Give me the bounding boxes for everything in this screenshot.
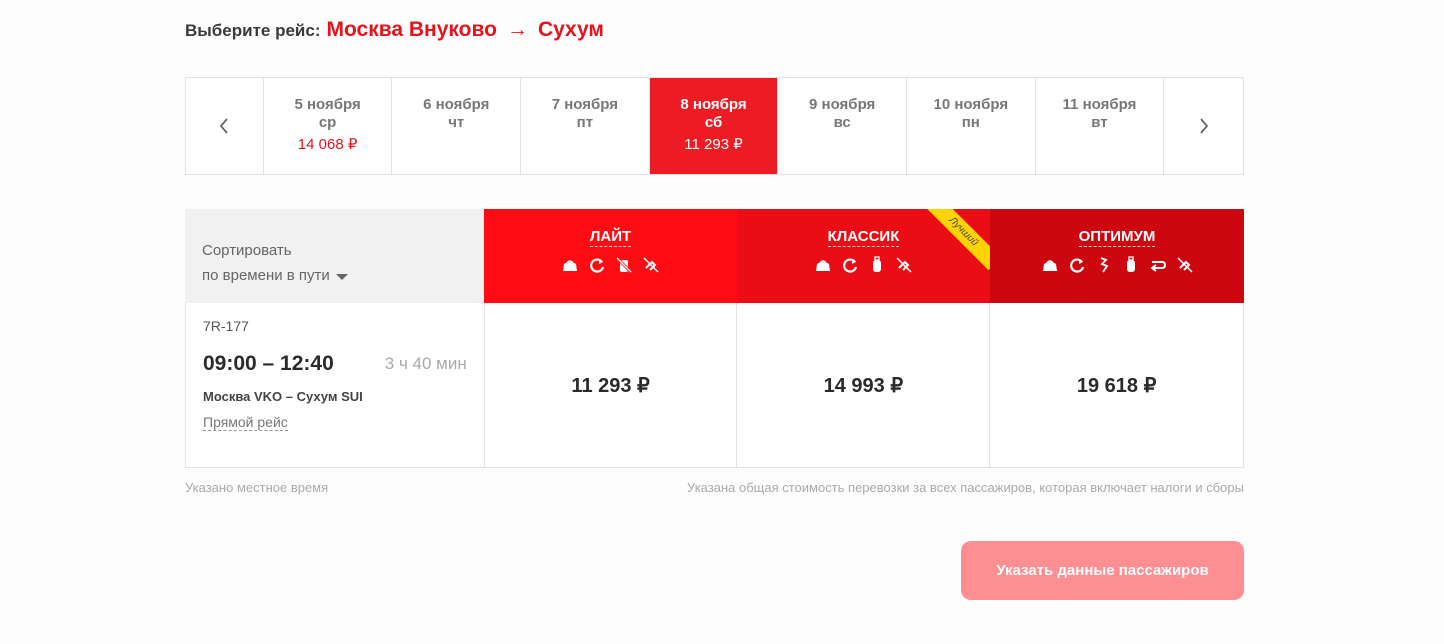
exchange-icon [843, 258, 858, 273]
sort-label: Сортировать [202, 242, 292, 259]
price-classic[interactable]: 14 993 ₽ [737, 303, 991, 467]
date-weekday: ср [318, 114, 337, 131]
tariff-features [737, 256, 990, 274]
page-title: Выберите рейс: Москва Внуково → Сухум [185, 18, 604, 42]
tariff-classic-header[interactable]: Лучший КЛАССИК [737, 209, 990, 303]
direct-flight-link[interactable]: Прямой рейс [203, 414, 288, 431]
page-title-label: Выберите рейс: [185, 21, 321, 40]
date-option[interactable]: 5 ноября ср 14 068 ₽ [264, 78, 393, 174]
price-optimum[interactable]: 19 618 ₽ [990, 303, 1243, 467]
exchange-icon [590, 258, 605, 273]
tariff-features [990, 256, 1244, 274]
date-weekday: вт [1091, 114, 1108, 131]
route-arrow: → [506, 18, 528, 41]
date-day: 6 ноября [423, 96, 490, 113]
date-weekday: вс [833, 114, 851, 131]
date-weekday: чт [448, 114, 465, 131]
date-day: 7 ноября [551, 96, 619, 113]
luggage-icon [873, 256, 881, 272]
date-option-selected[interactable]: 8 ноября сб 11 293 ₽ [649, 78, 779, 174]
date-day: 11 ноября [1062, 96, 1137, 113]
flight-info: 7R-177 09:00 – 12:40 3 ч 40 мин Москва V… [186, 303, 485, 467]
caret-down-icon [335, 274, 348, 280]
date-day: 5 ноября [294, 96, 361, 113]
date-option[interactable]: 9 ноября вс [778, 78, 907, 174]
date-price: 11 293 ₽ [684, 136, 743, 153]
flight-number: 7R-177 [203, 318, 249, 334]
date-selector: 5 ноября ср 14 068 ₽ 6 ноября чт 7 ноябр… [185, 77, 1244, 175]
tariff-name: КЛАССИК [827, 228, 900, 247]
tariff-optimum-header[interactable]: ОПТИМУМ [990, 209, 1244, 303]
chevron-left-icon [220, 118, 229, 134]
date-weekday: пн [961, 114, 980, 131]
no-return-icon [1176, 257, 1193, 273]
price-lite[interactable]: 11 293 ₽ [485, 303, 738, 467]
date-price: 14 068 ₽ [297, 136, 358, 153]
bag-icon [563, 260, 577, 271]
flight-row: 7R-177 09:00 – 12:40 3 ч 40 мин Москва V… [185, 303, 1244, 468]
no-return-icon [896, 257, 912, 273]
date-option[interactable]: 10 ноября пн [907, 78, 1036, 174]
no-return-icon [643, 257, 659, 273]
date-option[interactable]: 7 ноября пт [521, 78, 650, 174]
tariff-name: ЛАЙТ [589, 228, 632, 247]
next-dates-button[interactable] [1164, 78, 1243, 174]
exchange-icon [1069, 258, 1084, 273]
enter-passenger-data-button[interactable]: Указать данные пассажиров [961, 541, 1244, 600]
prev-dates-button[interactable] [186, 78, 264, 174]
date-day: 8 ноября [680, 96, 747, 113]
luggage-icon [1126, 256, 1135, 272]
tariff-lite-header[interactable]: ЛАЙТ [484, 209, 737, 303]
return-icon [1149, 261, 1166, 272]
seat-icon [1099, 257, 1108, 273]
sort-dropdown[interactable]: по времени в пути [202, 267, 484, 284]
date-option[interactable]: 11 ноября вт [1036, 78, 1165, 174]
date-day: 10 ноября [933, 96, 1009, 113]
local-time-note: Указано местное время [185, 480, 329, 495]
date-day: 9 ноября [809, 96, 876, 113]
date-weekday: пт [576, 114, 594, 131]
tariff-name: ОПТИМУМ [1078, 228, 1156, 247]
bag-icon [816, 260, 830, 271]
tariff-features [484, 256, 737, 274]
sort-option: по времени в пути [202, 267, 330, 284]
date-weekday: сб [704, 114, 723, 131]
total-price-note: Указана общая стоимость перевозки за все… [687, 480, 1244, 495]
destination-city: Сухум [537, 18, 604, 41]
origin-city: Москва Внуково [326, 18, 497, 41]
chevron-right-icon [1199, 118, 1208, 134]
sort-panel: Сортировать по времени в пути [185, 209, 484, 303]
date-option[interactable]: 6 ноября чт [392, 78, 522, 174]
bag-icon [1042, 260, 1057, 271]
flight-duration: 3 ч 40 мин [384, 354, 467, 373]
flight-route: Москва VKO – Сухум SUI [203, 389, 363, 404]
no-luggage-icon [615, 256, 633, 274]
